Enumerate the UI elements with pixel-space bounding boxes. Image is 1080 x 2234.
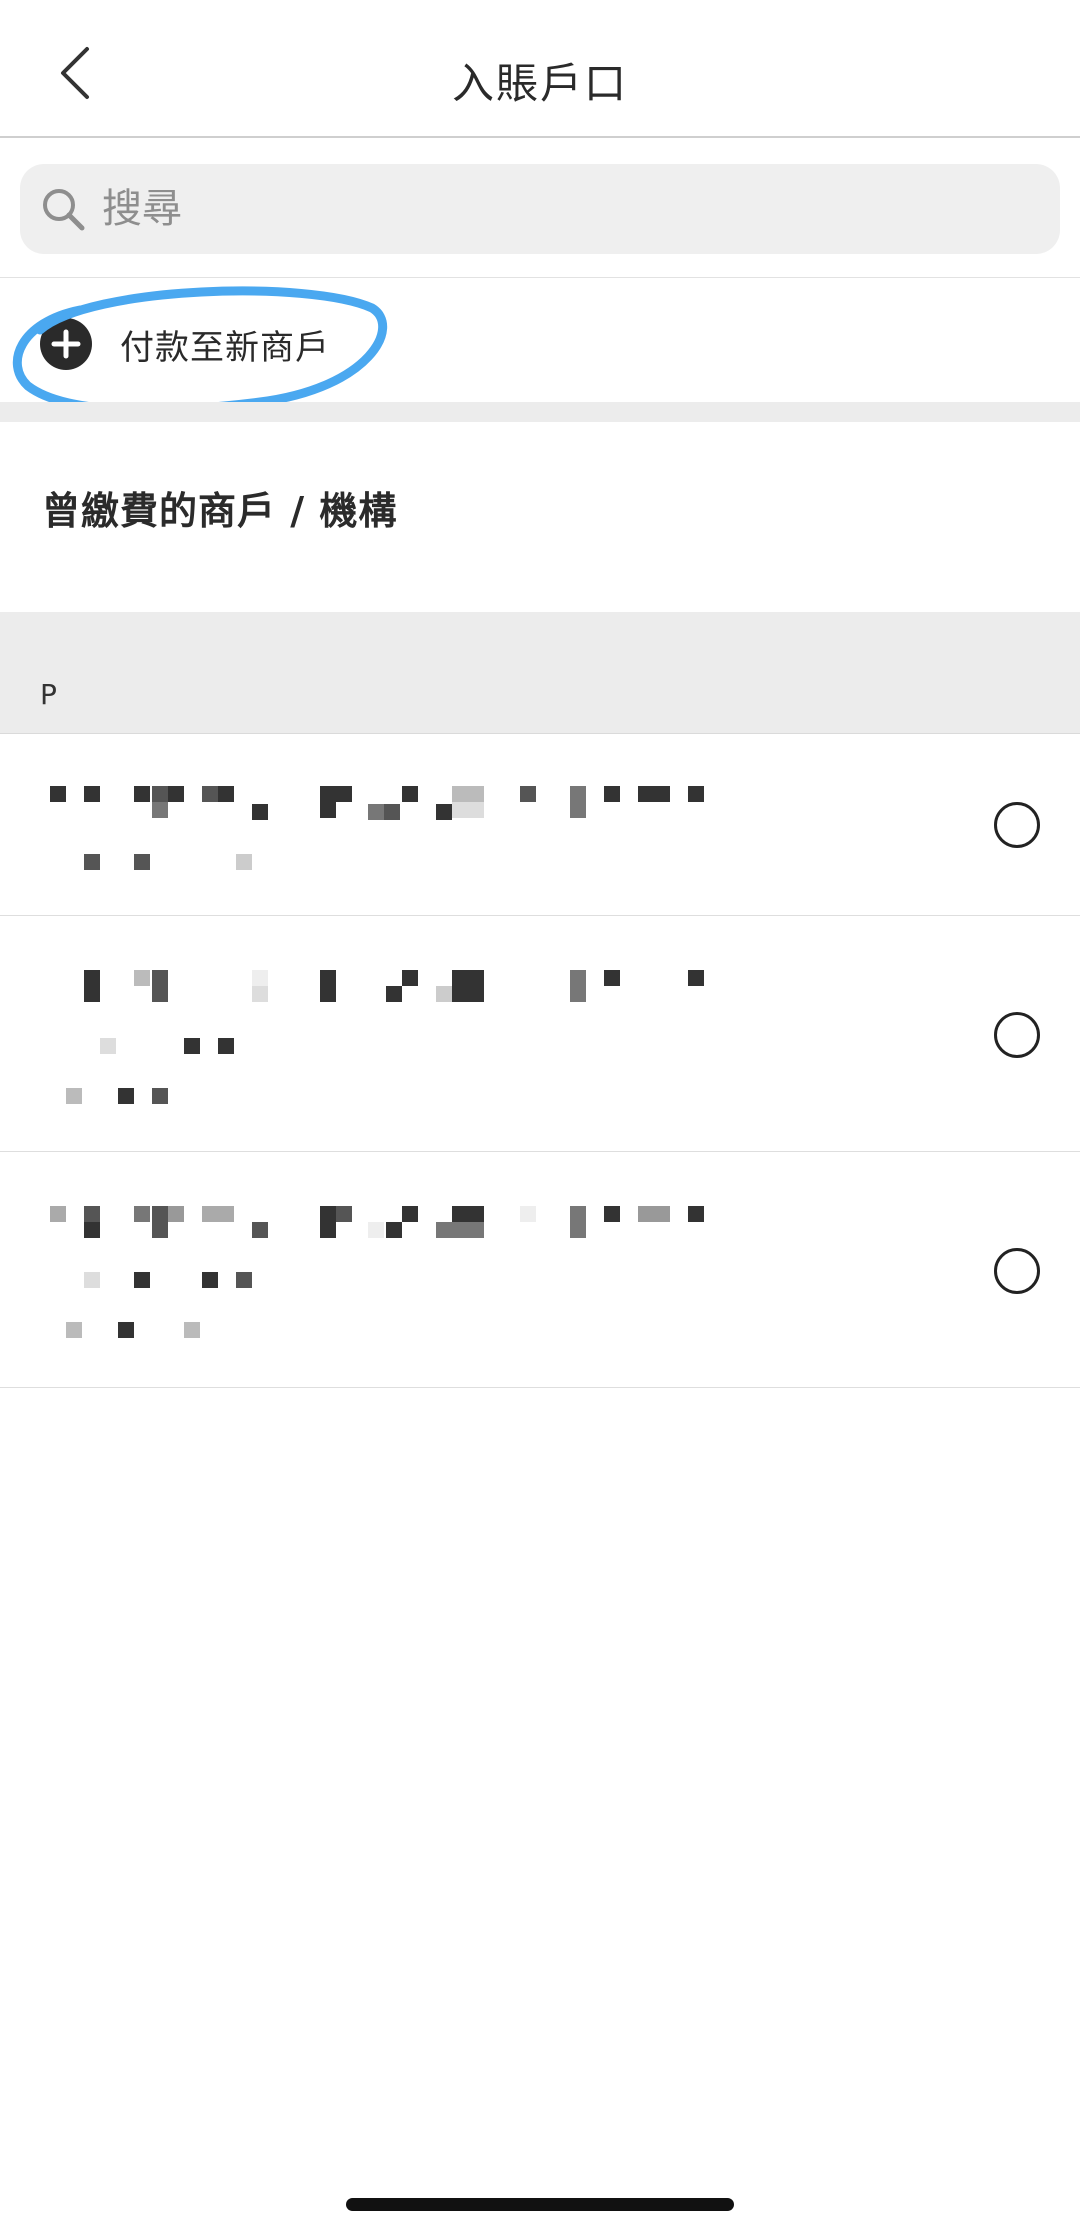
merchant-list-item[interactable]: [0, 1152, 1080, 1388]
pay-new-merchant-label: 付款至新商戶: [120, 328, 330, 368]
home-indicator[interactable]: [346, 2198, 734, 2211]
section-title: 曾繳費的商戶 / 機構: [42, 489, 398, 533]
app-header: 入賬戶口: [0, 0, 1080, 138]
page-title: 入賬戶口: [451, 59, 628, 108]
select-radio[interactable]: [994, 1012, 1040, 1058]
index-letter: P: [40, 678, 57, 711]
index-header: P: [0, 612, 1080, 734]
search-section: [0, 138, 1080, 278]
search-input[interactable]: [100, 185, 1004, 233]
plus-circle-icon: [40, 318, 92, 370]
merchant-list-item[interactable]: [0, 916, 1080, 1152]
search-icon: [43, 189, 85, 231]
search-bar[interactable]: [20, 164, 1060, 254]
select-radio[interactable]: [994, 802, 1040, 848]
section-divider: [0, 402, 1080, 422]
merchant-list-item[interactable]: [0, 734, 1080, 916]
pay-new-merchant-button[interactable]: 付款至新商戶: [0, 278, 1080, 402]
select-radio[interactable]: [994, 1248, 1040, 1294]
